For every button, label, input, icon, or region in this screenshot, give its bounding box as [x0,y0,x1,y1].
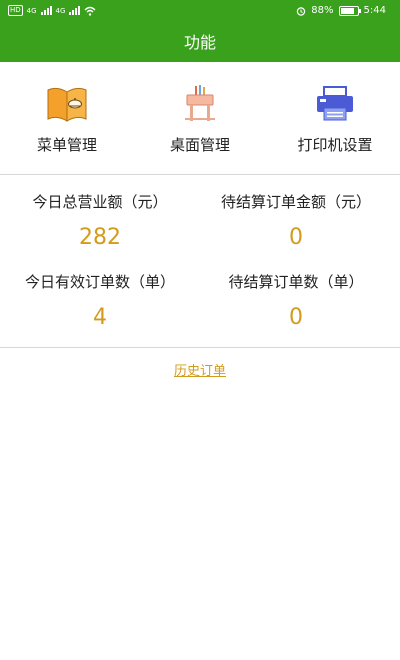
pending-orders-stat: 待结算订单数（单） 0 [196,271,396,330]
menu-management-label: 菜单管理 [36,136,97,154]
battery-percent: 88% [311,5,334,16]
wifi-icon [84,6,96,16]
feature-grid: 菜单管理 桌面管理 打印机设置 [0,62,400,174]
today-orders-value: 4 [93,305,107,330]
divider-top [0,174,400,175]
battery-icon [338,5,361,16]
pending-orders-value: 0 [289,305,303,330]
signal-icon-2 [69,6,81,15]
menu-management-button[interactable]: 菜单管理 [2,84,132,155]
today-revenue-title: 今日总营业额（元） [32,193,168,211]
status-right: 88% 5:44 [296,5,386,16]
pending-orders-title: 待结算订单数（单） [228,273,364,291]
table-management-label: 桌面管理 [169,136,230,154]
hd-badge: HD [8,5,23,16]
printer-settings-button[interactable]: 打印机设置 [270,84,400,155]
menu-book-icon [47,87,87,122]
signal-icon [40,6,52,15]
divider-bottom [0,347,400,348]
pending-amount-title: 待结算订单金额（元） [220,193,371,211]
signal-label-1: 4G [26,6,37,15]
today-orders-stat: 今日有效订单数（单） 4 [0,271,200,330]
pending-amount-value: 0 [289,225,303,250]
pending-amount-stat: 待结算订单金额（元） 0 [196,191,396,250]
today-revenue-value: 282 [79,225,121,250]
clock: 5:44 [363,5,386,16]
status-left: HD 4G 4G [8,5,96,16]
app-bar: 功能 [0,24,400,62]
signal-label-2: 4G [55,6,66,15]
printer-settings-label: 打印机设置 [297,136,373,154]
status-bar: HD 4G 4G 88% 5:44 [0,0,400,24]
today-orders-title: 今日有效订单数（单） [24,273,175,291]
page-title: 功能 [183,33,216,52]
today-revenue-stat: 今日总营业额（元） 282 [0,191,200,250]
history-orders-link[interactable]: 历史订单 [0,360,400,379]
table-icon [185,85,215,121]
printer-icon [317,86,353,121]
alarm-icon [297,6,306,16]
battery-fill [340,7,354,14]
table-management-button[interactable]: 桌面管理 [135,84,265,155]
